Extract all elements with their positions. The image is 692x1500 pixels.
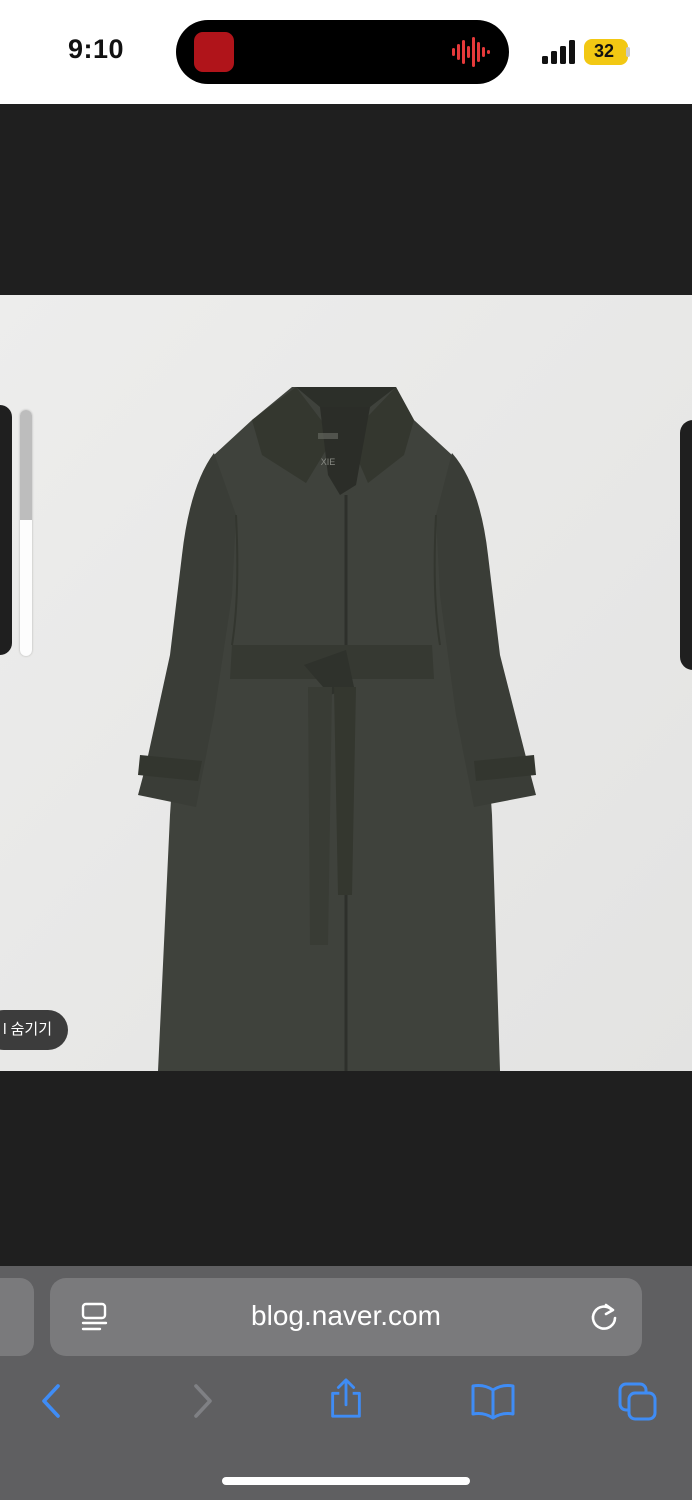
scroll-thumb[interactable] — [20, 410, 32, 520]
coat-brand-label: XIE — [321, 457, 336, 467]
coat-illustration: XIE — [0, 295, 692, 1071]
battery-level: 32 — [593, 41, 615, 61]
viewer-edge-left — [0, 405, 12, 655]
reader-mode-icon[interactable] — [80, 1302, 110, 1334]
hide-button[interactable]: l 숨기기 — [0, 1010, 68, 1050]
battery-cap — [626, 47, 630, 57]
product-photo[interactable]: XIE — [0, 295, 692, 1071]
forward-icon[interactable] — [182, 1380, 222, 1422]
back-icon[interactable] — [32, 1380, 72, 1422]
now-playing-app-icon — [194, 32, 234, 72]
vertical-scroll-indicator[interactable] — [20, 410, 32, 656]
audio-waveform-icon — [452, 37, 490, 67]
tabs-icon[interactable] — [618, 1380, 658, 1422]
viewer-top-area — [0, 104, 692, 295]
url-text[interactable]: blog.naver.com — [160, 1300, 532, 1332]
cellular-signal-icon — [542, 40, 575, 64]
bookmarks-icon[interactable] — [470, 1380, 516, 1422]
viewer-bottom-area — [0, 1071, 692, 1266]
status-time: 9:10 — [68, 34, 125, 64]
dynamic-island[interactable] — [176, 20, 509, 84]
viewer-edge-right — [680, 420, 692, 670]
previous-tab-preview[interactable] — [0, 1278, 34, 1356]
home-indicator — [222, 1477, 470, 1485]
share-icon[interactable] — [326, 1378, 366, 1420]
reload-icon[interactable] — [588, 1301, 620, 1333]
status-bar: 9:10 32 — [0, 0, 692, 104]
